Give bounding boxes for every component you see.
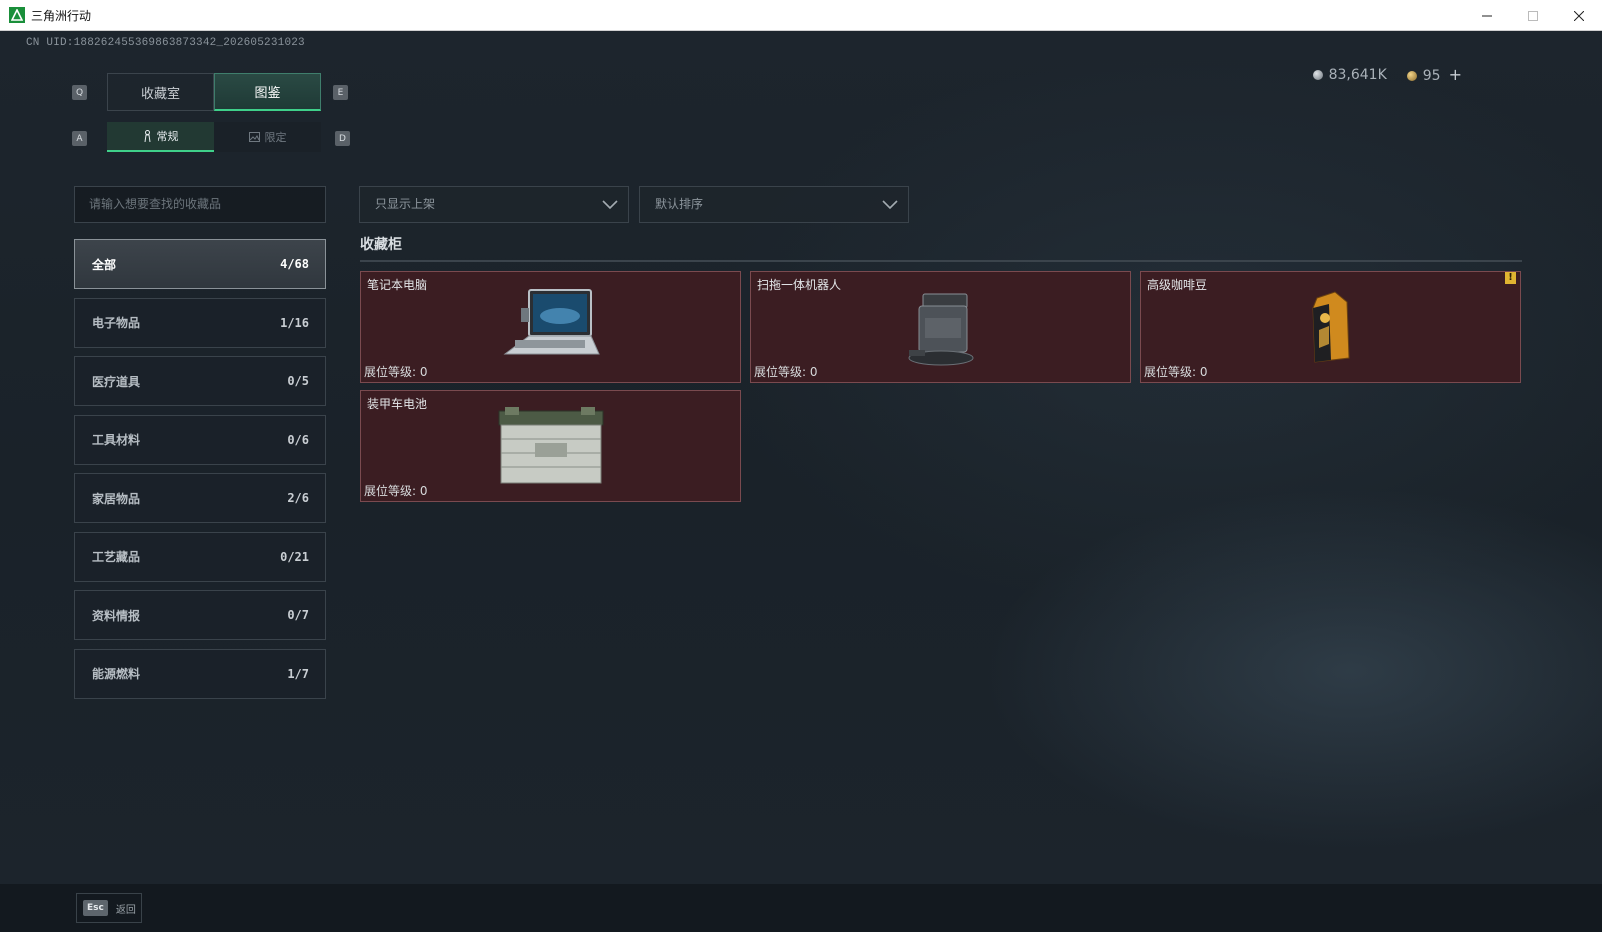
category-label: 资料情报	[92, 608, 141, 623]
bottom-bar: Esc 返回	[0, 884, 1602, 932]
category-all[interactable]: 全部 4/68	[74, 239, 326, 289]
minimize-icon	[1482, 15, 1492, 16]
laptop-icon	[503, 289, 600, 355]
item-name: 高级咖啡豆	[1147, 278, 1208, 292]
minimize-button[interactable]	[1464, 0, 1510, 31]
key-hint-e: E	[333, 85, 348, 100]
category-count: 4/68	[280, 257, 309, 271]
gold-currency: 95 +	[1406, 65, 1462, 84]
category-label: 工具材料	[92, 433, 141, 447]
category-label: 全部	[92, 257, 117, 272]
sort-value: 默认排序	[655, 197, 704, 211]
maximize-button[interactable]	[1510, 0, 1556, 31]
item-name: 扫拖一体机器人	[757, 278, 842, 292]
category-tools[interactable]: 工具材料 0/6	[74, 414, 326, 465]
item-level: 展位等级: 0	[1144, 365, 1208, 379]
category-count: 0/5	[287, 374, 309, 388]
category-list: 全部 4/68 电子物品 1/16 医疗道具 0/5 工具材料 0/6 家居物品 2/6 …	[74, 239, 326, 707]
silver-currency: 83,641K	[1312, 66, 1387, 83]
warning-icon: !	[1505, 272, 1516, 284]
category-count: 1/16	[280, 315, 309, 330]
category-crafts[interactable]: 工艺藏品 0/21	[74, 531, 326, 582]
item-card-robot-vacuum[interactable]: 扫拖一体机器人 展位等级: 0	[750, 271, 1131, 383]
item-level: 展位等级: 0	[364, 484, 428, 498]
currency-bar: 83,641K 95 +	[1312, 65, 1462, 84]
category-count: 1/7	[287, 666, 309, 681]
silver-amount: 83,641K	[1328, 66, 1387, 83]
sort-dropdown[interactable]: 默认排序	[639, 186, 909, 223]
section-divider	[360, 260, 1522, 262]
item-level: 展位等级: 0	[364, 365, 428, 379]
figure-icon	[144, 130, 150, 142]
category-count: 0/6	[287, 432, 309, 447]
subtab-regular-label: 常规	[156, 130, 179, 143]
category-medical[interactable]: 医疗道具 0/5	[74, 356, 326, 406]
chevron-down-icon	[882, 200, 898, 210]
window-title: 三角洲行动	[31, 8, 92, 23]
key-hint-q: Q	[72, 85, 87, 100]
category-household[interactable]: 家居物品 2/6	[74, 473, 326, 523]
esc-key: Esc	[83, 900, 108, 916]
picture-icon	[248, 132, 260, 142]
item-name: 笔记本电脑	[367, 278, 428, 292]
close-icon	[1574, 10, 1584, 21]
category-label: 工艺藏品	[92, 550, 141, 564]
app-logo-icon	[9, 7, 25, 23]
gold-coin-icon	[1406, 71, 1417, 81]
subtab-limited-label: 限定	[264, 131, 287, 144]
tab-catalog[interactable]: 图鉴	[214, 73, 321, 111]
back-button[interactable]: Esc 返回	[76, 893, 142, 923]
category-label: 电子物品	[92, 316, 141, 330]
user-uid: CN UID:188262455369863873342_20260523102…	[26, 37, 305, 49]
category-count: 0/21	[280, 549, 309, 564]
item-card-coffee-beans[interactable]: 高级咖啡豆 ! 展位等级: 0	[1140, 271, 1521, 383]
subtab-regular[interactable]: 常规	[107, 122, 214, 152]
display-filter-value: 只显示上架	[375, 197, 436, 211]
category-label: 家居物品	[92, 491, 141, 506]
add-currency-button[interactable]: +	[1449, 65, 1462, 84]
tab-collection-room[interactable]: 收藏室	[107, 73, 214, 111]
chevron-down-icon	[602, 200, 618, 210]
category-count: 2/6	[287, 491, 309, 505]
item-card-armored-battery[interactable]: 装甲车电池 展位等级: 0	[360, 390, 741, 502]
section-title: 收藏柜	[360, 237, 402, 253]
category-energy[interactable]: 能源燃料 1/7	[74, 648, 326, 699]
battery-icon	[498, 407, 603, 484]
close-button[interactable]	[1556, 0, 1602, 31]
item-name: 装甲车电池	[367, 397, 428, 411]
robot-vacuum-icon	[908, 293, 973, 366]
category-count: 0/7	[287, 608, 309, 622]
category-electronics[interactable]: 电子物品 1/16	[74, 297, 326, 348]
gold-amount: 95	[1422, 68, 1441, 84]
display-filter-dropdown[interactable]: 只显示上架	[359, 186, 629, 223]
key-hint-a: A	[72, 131, 87, 146]
back-label: 返回	[115, 904, 136, 916]
category-label: 能源燃料	[92, 667, 141, 681]
game-viewport: CN UID:188262455369863873342_20260523102…	[0, 31, 1602, 932]
window-titlebar: 三角洲行动	[0, 0, 1602, 31]
main-tabs: 收藏室 图鉴	[107, 73, 321, 111]
sub-tabs: 常规 限定	[107, 122, 321, 152]
search-input[interactable]: 请输入想要查找的收藏品	[74, 186, 326, 223]
silver-coin-icon	[1312, 69, 1323, 80]
key-hint-d: D	[335, 131, 350, 146]
subtab-limited[interactable]: 限定	[214, 122, 321, 152]
item-card-laptop[interactable]: 笔记本电脑 展位等级: 0	[360, 271, 741, 383]
maximize-icon	[1528, 10, 1538, 21]
coffee-bag-icon	[1311, 291, 1350, 363]
category-intel[interactable]: 资料情报 0/7	[74, 590, 326, 640]
category-label: 医疗道具	[92, 374, 141, 389]
item-level: 展位等级: 0	[754, 365, 818, 379]
